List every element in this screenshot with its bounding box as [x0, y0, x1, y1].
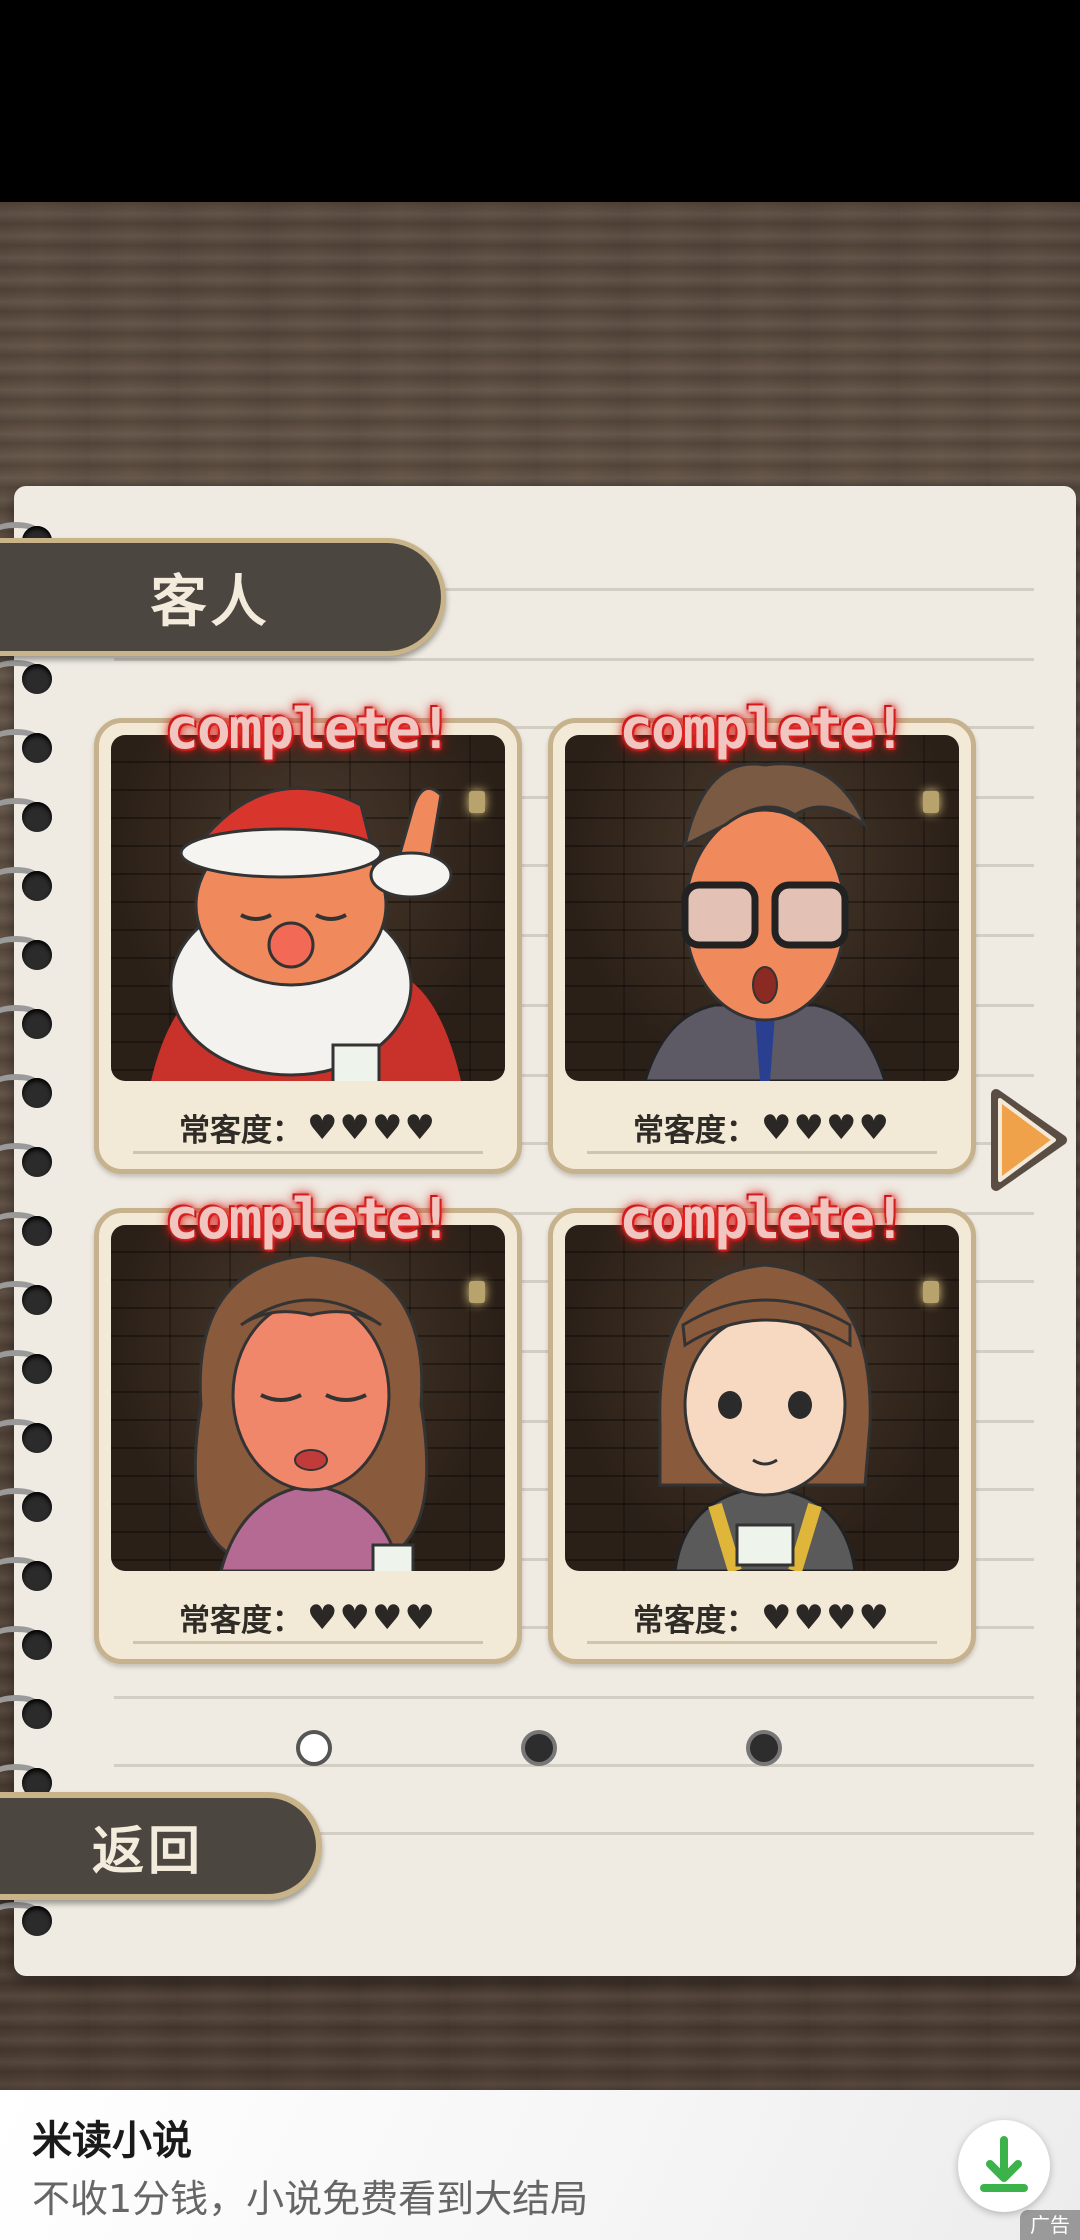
regular-level-row: 常客度： ♥♥♥♥	[553, 1595, 971, 1640]
spiral-ring	[0, 1616, 58, 1664]
spiral-ring	[0, 1547, 58, 1595]
regular-level-label: 常客度：	[179, 1113, 304, 1149]
regular-level-row: 常客度： ♥♥♥♥	[553, 1105, 971, 1150]
spiral-ring	[0, 926, 58, 974]
customer-card-glasses-man[interactable]: complete! 常客度： ♥♥♥♥	[548, 697, 976, 1174]
ad-title: 米读小说	[32, 2118, 192, 2164]
regular-level-row: 常客度： ♥♥♥♥	[99, 1105, 517, 1150]
spiral-ring	[0, 1202, 58, 1250]
next-page-arrow-icon[interactable]	[988, 1088, 1070, 1192]
back-button-label: 返回	[91, 1821, 204, 1882]
page-dot-2[interactable]	[521, 1730, 557, 1766]
spiral-ring	[0, 857, 58, 905]
spiral-ring	[0, 1685, 58, 1733]
spiral-ring	[0, 1478, 58, 1526]
page-dot-1[interactable]	[296, 1730, 332, 1766]
regular-level-label: 常客度：	[633, 1113, 758, 1149]
ad-tag: 广告	[1020, 2210, 1080, 2240]
glasses-man-portrait	[565, 735, 959, 1081]
regular-level-label: 常客度：	[633, 1603, 758, 1639]
spiral-ring	[0, 788, 58, 836]
regular-level-label: 常客度：	[179, 1603, 304, 1639]
santa-portrait	[111, 735, 505, 1081]
spiral-ring	[0, 650, 58, 698]
customer-card-long-hair-woman[interactable]: complete! 常客度： ♥♥♥♥	[94, 1187, 522, 1664]
page-dot-3[interactable]	[746, 1730, 782, 1766]
complete-label: complete!	[619, 1187, 906, 1252]
bob-hair-girl-portrait	[565, 1225, 959, 1571]
customer-card-bob-hair-girl[interactable]: complete! 常客度： ♥♥♥♥	[548, 1187, 976, 1664]
spiral-ring	[0, 1340, 58, 1388]
page-title-tab: 客人	[0, 538, 446, 656]
spiral-ring	[0, 1409, 58, 1457]
spiral-ring	[0, 719, 58, 767]
spiral-ring	[0, 1133, 58, 1181]
download-icon[interactable]	[958, 2120, 1050, 2212]
heart-icons: ♥♥♥♥	[307, 1597, 437, 1638]
heart-icons: ♥♥♥♥	[761, 1107, 891, 1148]
heart-icons: ♥♥♥♥	[761, 1597, 891, 1638]
top-black-bar	[0, 0, 1080, 202]
page-title: 客人	[150, 569, 271, 635]
ad-description: 不收1分钱，小说免费看到大结局	[32, 2177, 589, 2221]
back-button[interactable]: 返回	[0, 1792, 322, 1900]
spiral-ring	[0, 1064, 58, 1112]
complete-label: complete!	[619, 697, 906, 762]
ad-banner[interactable]: 米读小说 不收1分钱，小说免费看到大结局 广告	[0, 2090, 1080, 2240]
spiral-ring	[0, 1271, 58, 1319]
heart-icons: ♥♥♥♥	[307, 1107, 437, 1148]
spiral-ring	[0, 995, 58, 1043]
long-hair-woman-portrait	[111, 1225, 505, 1571]
customer-card-santa[interactable]: complete! 常客度： ♥♥♥♥	[94, 697, 522, 1174]
complete-label: complete!	[165, 697, 452, 762]
complete-label: complete!	[165, 1187, 452, 1252]
regular-level-row: 常客度： ♥♥♥♥	[99, 1595, 517, 1640]
